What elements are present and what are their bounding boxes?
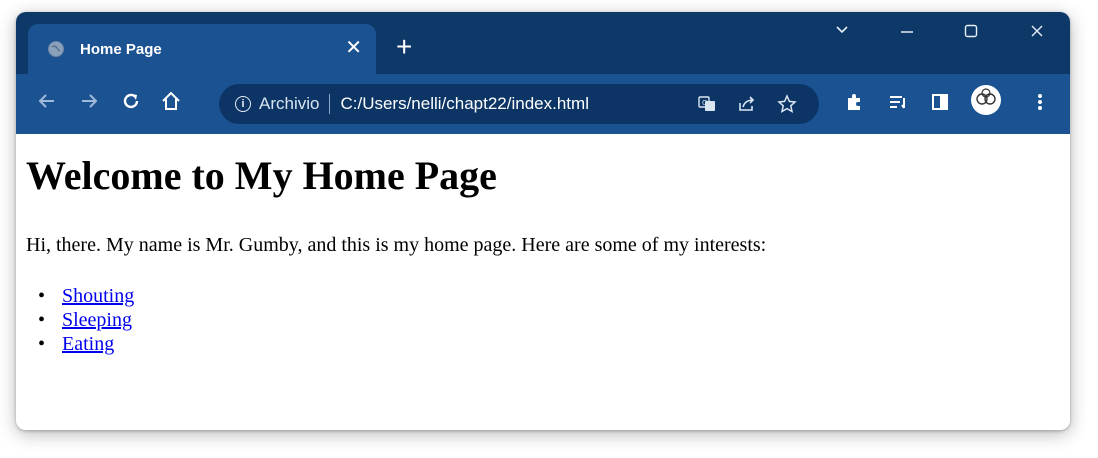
page-heading: Welcome to My Home Page	[26, 153, 497, 198]
more-vert-icon[interactable]	[1030, 92, 1050, 117]
star-icon[interactable]	[777, 94, 797, 119]
tab-strip: Home Page ✕ +	[16, 12, 1070, 74]
tab-home-page[interactable]: Home Page ✕	[28, 24, 376, 74]
back-arrow-icon[interactable]	[36, 90, 58, 117]
list-item: Shouting	[38, 284, 134, 308]
interests-list: Shouting Sleeping Eating	[38, 284, 134, 356]
reload-icon[interactable]	[120, 90, 142, 117]
home-icon[interactable]	[160, 90, 182, 117]
list-item: Eating	[38, 332, 134, 356]
tab-search-icon[interactable]	[834, 22, 850, 43]
window-close-icon[interactable]	[1028, 22, 1046, 45]
browser-window: Home Page ✕ + i Archivio C:/Users/nelli/…	[16, 12, 1070, 430]
svg-text:G: G	[702, 99, 707, 107]
reading-list-icon[interactable]	[888, 92, 908, 117]
maximize-icon[interactable]	[962, 22, 980, 45]
address-bar[interactable]: i Archivio C:/Users/nelli/chapt22/index.…	[219, 84, 819, 124]
url-text[interactable]: C:/Users/nelli/chapt22/index.html	[340, 94, 589, 114]
intro-text: Hi, there. My name is Mr. Gumby, and thi…	[26, 234, 767, 256]
side-panel-icon[interactable]	[930, 92, 950, 117]
share-icon[interactable]	[737, 94, 757, 119]
tab-close-icon[interactable]: ✕	[345, 38, 362, 58]
address-divider	[329, 94, 331, 114]
interest-link-eating[interactable]: Eating	[62, 333, 114, 355]
interest-link-sleeping[interactable]: Sleeping	[62, 309, 132, 331]
tab-title: Home Page	[80, 40, 162, 58]
info-icon[interactable]: i	[235, 96, 251, 112]
profile-avatar-icon[interactable]	[970, 84, 1002, 121]
globe-icon	[48, 41, 64, 57]
page-content: Welcome to My Home Page Hi, there. My na…	[16, 134, 1070, 430]
translate-icon[interactable]: G	[697, 94, 717, 119]
new-tab-button[interactable]: +	[396, 32, 412, 62]
puzzle-icon[interactable]	[844, 92, 864, 117]
list-item: Sleeping	[38, 308, 134, 332]
forward-arrow-icon[interactable]	[78, 90, 100, 117]
minimize-icon[interactable]	[898, 22, 916, 45]
interest-link-shouting[interactable]: Shouting	[62, 285, 134, 307]
site-status-label[interactable]: Archivio	[259, 94, 319, 114]
